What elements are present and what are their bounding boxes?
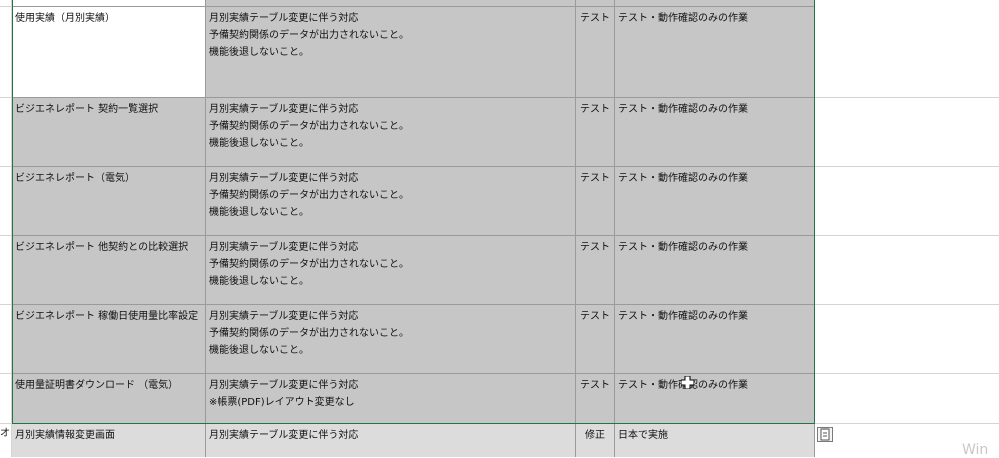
note-cell[interactable]: テスト・動作確認のみの作業 <box>615 236 815 305</box>
note-cell[interactable]: テスト・動作確認のみの作業 <box>615 98 815 167</box>
note-cell[interactable]: 日本で実施 <box>615 424 815 457</box>
table-row: ビジエネレポート 稼働日使用量比率設定 月別実績テーブル変更に伴う対応 予備契約… <box>0 305 999 374</box>
table-row: ビジエネレポート 契約一覧選択 月別実績テーブル変更に伴う対応 予備契約関係のデ… <box>0 98 999 167</box>
empty-cell[interactable] <box>815 374 999 424</box>
description-cell[interactable]: 月別実績テーブル変更に伴う対応 予備契約関係のデータが出力されないこと。 機能後… <box>206 305 576 374</box>
description-cell[interactable]: 月別実績テーブル変更に伴う対応 <box>206 424 576 457</box>
empty-cell[interactable] <box>815 305 999 374</box>
type-cell[interactable]: テスト <box>576 167 615 236</box>
screen-name-cell[interactable]: 使用量証明書ダウンロード （電気） <box>12 374 206 424</box>
table-row: 月別実績情報変更画面 月別実績テーブル変更に伴う対応 修正 日本で実施 <box>0 424 999 457</box>
screen-name-cell[interactable]: 使用実績（月別実績） <box>12 7 206 98</box>
note-cell[interactable]: テスト・動作確認のみの作業 <box>615 7 815 98</box>
screen-name-cell[interactable]: ビジエネレポート（電気） <box>12 167 206 236</box>
screen-name-cell[interactable]: 月別実績情報変更画面 <box>12 424 206 457</box>
table-row: 使用量証明書ダウンロード （電気） 月別実績テーブル変更に伴う対応 ※帳票(PD… <box>0 374 999 424</box>
empty-cell[interactable] <box>815 167 999 236</box>
description-cell[interactable]: 月別実績テーブル変更に伴う対応 予備契約関係のデータが出力されないこと。 機能後… <box>206 236 576 305</box>
description-cell[interactable]: 月別実績テーブル変更に伴う対応 予備契約関係のデータが出力されないこと。 機能後… <box>206 167 576 236</box>
paste-options-icon[interactable] <box>817 427 833 442</box>
windows-activation-watermark: Win <box>962 442 989 458</box>
screen-name-cell[interactable]: ビジエネレポート 契約一覧選択 <box>12 98 206 167</box>
screen-name-cell[interactable]: ビジエネレポート 稼働日使用量比率設定 <box>12 305 206 374</box>
table-row: ビジエネレポート（電気） 月別実績テーブル変更に伴う対応 予備契約関係のデータが… <box>0 167 999 236</box>
type-cell[interactable]: テスト <box>576 374 615 424</box>
note-cell[interactable]: テスト・動作確認のみの作業 <box>615 374 815 424</box>
type-cell[interactable]: テスト <box>576 305 615 374</box>
table-row: 使用実績（月別実績） 月別実績テーブル変更に伴う対応 予備契約関係のデータが出力… <box>0 7 999 98</box>
type-cell[interactable]: テスト <box>576 7 615 98</box>
clipped-cell-text: オ <box>0 428 10 439</box>
empty-cell[interactable] <box>815 236 999 305</box>
type-cell[interactable]: テスト <box>576 98 615 167</box>
table-row-partial-top <box>0 0 999 7</box>
description-cell[interactable]: 月別実績テーブル変更に伴う対応 予備契約関係のデータが出力されないこと。 機能後… <box>206 98 576 167</box>
note-cell[interactable]: テスト・動作確認のみの作業 <box>615 167 815 236</box>
empty-cell[interactable] <box>815 98 999 167</box>
description-cell[interactable]: 月別実績テーブル変更に伴う対応 ※帳票(PDF)レイアウト変更なし <box>206 374 576 424</box>
type-cell[interactable]: 修正 <box>576 424 615 457</box>
table-row: ビジエネレポート 他契約との比較選択 月別実績テーブル変更に伴う対応 予備契約関… <box>0 236 999 305</box>
cell-cursor-icon <box>681 376 694 389</box>
clipboard-icon <box>820 428 830 441</box>
spreadsheet-grid[interactable]: 使用実績（月別実績） 月別実績テーブル変更に伴う対応 予備契約関係のデータが出力… <box>0 0 999 458</box>
description-cell[interactable]: 月別実績テーブル変更に伴う対応 予備契約関係のデータが出力されないこと。 機能後… <box>206 7 576 98</box>
type-cell[interactable]: テスト <box>576 236 615 305</box>
note-cell[interactable]: テスト・動作確認のみの作業 <box>615 305 815 374</box>
screen-name-cell[interactable]: ビジエネレポート 他契約との比較選択 <box>12 236 206 305</box>
empty-cell[interactable] <box>815 7 999 98</box>
